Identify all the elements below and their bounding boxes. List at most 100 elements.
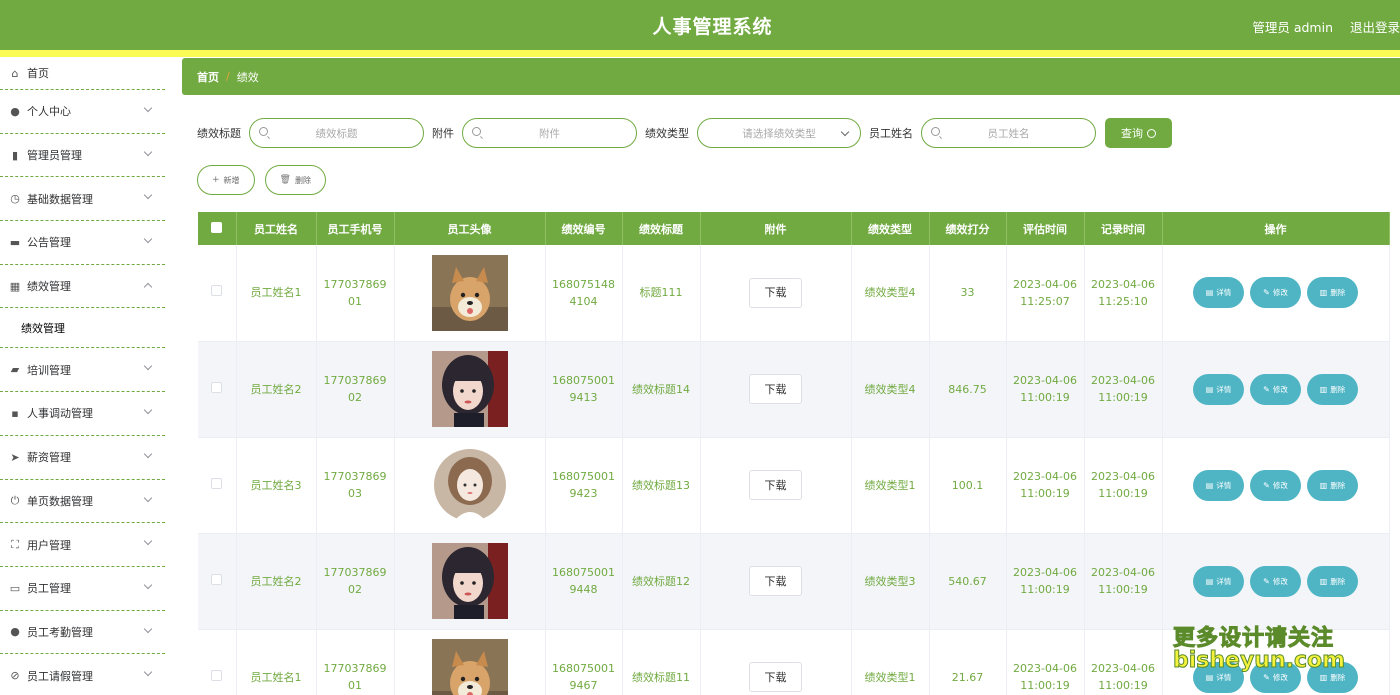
sidebar-item-label: 薪资管理 <box>27 451 71 465</box>
document-icon: ▤ <box>1205 288 1214 298</box>
sidebar-item-7[interactable]: ▰ 培训管理 <box>0 348 165 393</box>
delete-button[interactable]: ▥ 删除 <box>1307 565 1358 597</box>
column-header: 附件 <box>700 212 852 245</box>
column-header: 员工头像 <box>394 212 546 245</box>
sidebar-item-10[interactable]: ⏻ 单页数据管理 <box>0 480 165 524</box>
breadcrumb: 首页 / 绩效 <box>182 58 1400 95</box>
download-button[interactable]: 下载 <box>749 277 802 308</box>
row-checkbox[interactable] <box>211 669 223 681</box>
trash-icon: ▥ <box>1319 288 1328 298</box>
delete-button-label: 删除 <box>294 175 311 185</box>
cell-type: 绩效类型4 <box>851 245 930 342</box>
sidebar-subitem-label: 绩效管理 <box>21 321 65 335</box>
cell-operations: ▤ 详情 ✎ 修改 ▥ 删除 <box>1162 533 1390 630</box>
detail-button[interactable]: ▤ 详情 <box>1193 277 1244 309</box>
bulk-delete-button[interactable]: 🗑 删除 <box>264 165 326 195</box>
cell-attachment: 下载 <box>700 245 852 342</box>
location-icon: ● <box>10 625 20 639</box>
download-button[interactable]: 下载 <box>749 566 802 596</box>
sidebar-item-8[interactable]: ▪ 人事调动管理 <box>0 392 165 436</box>
edit-label: 修改 <box>1272 384 1288 394</box>
cell-code: 168075001 9448 <box>545 533 623 630</box>
column-header: 评估时间 <box>1006 212 1085 245</box>
detail-button[interactable]: ▤ 详情 <box>1193 565 1244 597</box>
select-all-checkbox[interactable] <box>211 221 223 233</box>
row-checkbox[interactable] <box>211 285 223 297</box>
sidebar-item-label: 员工考勤管理 <box>27 625 93 639</box>
cell-avatar <box>394 533 546 630</box>
cell-eval-time: 2023-04-06 11:00:19 <box>1006 533 1085 630</box>
cell-record-time: 2023-04-06 11:25:10 <box>1084 245 1163 342</box>
sidebar-item-12[interactable]: ▭ 员工管理 <box>0 567 165 611</box>
sidebar-item-5[interactable]: ▦ 绩效管理 <box>0 265 165 309</box>
action-bar: + 新增 🗑 删除 <box>197 165 336 195</box>
row-checkbox[interactable] <box>211 381 223 393</box>
trash-icon: ▥ <box>1319 576 1328 586</box>
sidebar-item-4[interactable]: ▬ 公告管理 <box>0 221 165 265</box>
sidebar-item-9[interactable]: ➤ 薪资管理 <box>0 436 165 480</box>
edit-button[interactable]: ✎ 修改 <box>1250 277 1301 309</box>
sidebar-item-13[interactable]: ● 员工考勤管理 <box>0 611 165 655</box>
detail-button[interactable]: ▤ 详情 <box>1193 373 1244 405</box>
delete-label: 删除 <box>1330 288 1346 298</box>
sidebar-item-3[interactable]: ◷ 基础数据管理 <box>0 177 165 222</box>
sidebar-item-label: 员工请假管理 <box>27 669 93 683</box>
row-checkbox[interactable] <box>211 477 223 489</box>
sidebar-item-14[interactable]: ⊘ 员工请假管理 <box>0 654 165 695</box>
trash-icon: 🗑 <box>279 175 291 185</box>
column-header: 绩效编号 <box>545 212 623 245</box>
query-button[interactable]: 查询 <box>1105 118 1172 148</box>
edit-button[interactable]: ✎ 修改 <box>1250 565 1301 597</box>
delete-button[interactable]: ▥ 删除 <box>1307 277 1358 309</box>
row-select-cell <box>198 245 237 342</box>
ticket-icon: ▰ <box>10 363 20 377</box>
add-button[interactable]: + 新增 <box>197 165 255 195</box>
person-icon: ● <box>10 104 20 118</box>
document-icon: ▤ <box>1205 576 1214 586</box>
grid-icon: ▦ <box>9 279 21 293</box>
cell-eval-time: 2023-04-06 11:00:19 <box>1006 341 1085 438</box>
breadcrumb-current: 绩效 <box>236 70 259 84</box>
type-select[interactable]: 请选择绩效类型 <box>697 118 861 148</box>
cell-score: 100.1 <box>929 437 1007 534</box>
avatar <box>431 543 508 619</box>
avatar <box>431 639 508 695</box>
column-header: 员工姓名 <box>236 212 317 245</box>
attachment-search-input[interactable]: 附件 <box>462 118 637 148</box>
delete-button[interactable]: ▥ 删除 <box>1307 469 1358 501</box>
logout-link[interactable]: 退出登录 <box>1350 17 1400 36</box>
document-icon: ▤ <box>1205 384 1214 394</box>
row-checkbox[interactable] <box>211 573 223 585</box>
cell-record-time: 2023-04-06 11:00:19 <box>1084 437 1163 534</box>
download-button[interactable]: 下载 <box>749 374 802 404</box>
table-header-row: 员工姓名 员工手机号 员工头像 绩效编号 绩效标题 附件 绩效类型 绩效打分 评估时间 记录时间操… <box>198 212 1390 245</box>
search-icon <box>259 127 268 136</box>
cell-phone: 177037869 01 <box>316 245 395 342</box>
cell-avatar <box>394 245 546 342</box>
breadcrumb-home[interactable]: 首页 <box>197 69 219 85</box>
sidebar-item-11[interactable]: ⛶ 用户管理 <box>0 523 165 567</box>
cell-record-time: 2023-04-06 11:00:19 <box>1084 629 1163 695</box>
download-button[interactable]: 下载 <box>749 470 802 500</box>
detail-button[interactable]: ▤ 详情 <box>1193 469 1244 501</box>
sidebar-item-1[interactable]: ● 个人中心 <box>0 90 165 134</box>
edit-icon: ✎ <box>1263 480 1270 490</box>
cell-name: 员工姓名1 <box>236 245 317 342</box>
send-icon: ➤ <box>10 450 20 464</box>
row-select-cell <box>198 341 237 438</box>
name-search-input[interactable]: 员工姓名 <box>921 118 1096 148</box>
clock-icon: ◷ <box>10 192 20 206</box>
download-button[interactable]: 下载 <box>749 662 802 692</box>
fullscreen-icon: ⛶ <box>11 537 19 551</box>
title-search-input[interactable]: 绩效标题 <box>249 118 424 148</box>
sidebar-subitem-performance[interactable]: 绩效管理 <box>0 308 165 349</box>
column-header: 绩效类型 <box>851 212 930 245</box>
edit-button[interactable]: ✎ 修改 <box>1250 373 1301 405</box>
sidebar-item-2[interactable]: ▮ 管理员管理 <box>0 134 165 178</box>
watermark: 更多设计请关注 bisheyun.com <box>1173 620 1353 674</box>
delete-button[interactable]: ▥ 删除 <box>1307 373 1358 405</box>
sidebar-item-0[interactable]: ⌂ 首页 <box>0 57 165 90</box>
edit-button[interactable]: ✎ 修改 <box>1250 469 1301 501</box>
title-placeholder: 绩效标题 <box>315 127 358 140</box>
home-icon: ⌂ <box>11 66 19 80</box>
